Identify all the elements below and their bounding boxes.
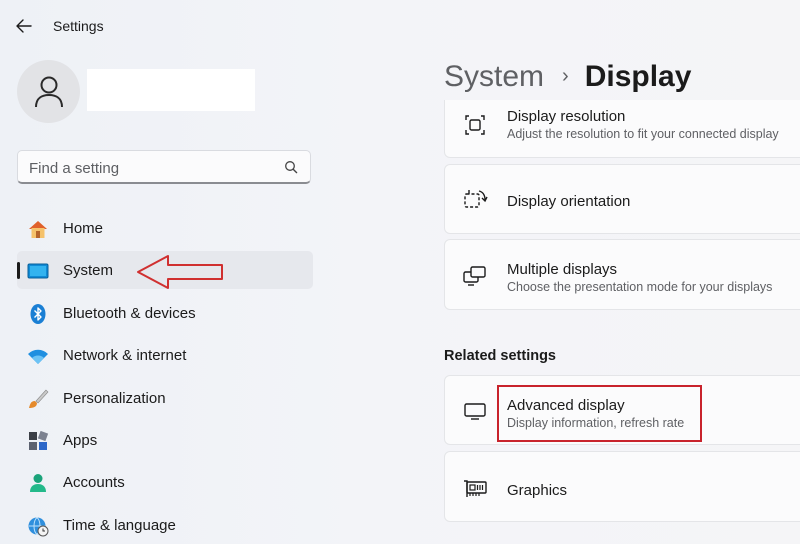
- breadcrumb: System › Display: [444, 60, 691, 94]
- resolution-icon: [465, 115, 485, 135]
- sidebar-item-personalization[interactable]: Personalization: [17, 379, 313, 417]
- card-display-resolution[interactable]: Display resolution Adjust the resolution…: [444, 100, 800, 158]
- sidebar-item-label: System: [63, 262, 114, 279]
- back-arrow-icon[interactable]: [13, 15, 35, 37]
- wifi-icon: [28, 349, 48, 364]
- sidebar-item-label: Accounts: [63, 474, 125, 491]
- user-name-redacted: [87, 69, 255, 111]
- card-title: Display resolution: [507, 108, 626, 125]
- search-icon[interactable]: [284, 160, 298, 174]
- sidebar-item-label: Personalization: [63, 390, 166, 407]
- sidebar-item-apps[interactable]: Apps: [17, 421, 313, 459]
- sidebar-item-label: Apps: [63, 432, 98, 449]
- sidebar-item-label: Network & internet: [63, 347, 187, 364]
- apps-icon: [29, 430, 49, 450]
- sidebar-item-label: Home: [63, 220, 104, 237]
- red-arrow-annotation: [137, 255, 223, 289]
- search-input[interactable]: Find a setting: [17, 150, 311, 184]
- section-heading-related: Related settings: [444, 348, 556, 364]
- card-title: Graphics: [507, 482, 568, 499]
- avatar[interactable]: [17, 60, 80, 123]
- sidebar-item-network[interactable]: Network & internet: [17, 336, 313, 374]
- sidebar-item-home[interactable]: Home: [17, 209, 313, 247]
- card-display-orientation[interactable]: Display orientation: [444, 164, 800, 234]
- accounts-icon: [30, 474, 46, 492]
- selection-indicator: [17, 262, 20, 279]
- graphics-card-icon: [464, 480, 487, 497]
- orientation-icon: [464, 190, 488, 208]
- search-placeholder: Find a setting: [29, 160, 120, 177]
- time-language-icon: [28, 517, 49, 537]
- system-icon: [27, 263, 49, 279]
- red-highlight-box: [497, 385, 702, 442]
- home-icon: [29, 221, 47, 238]
- card-graphics[interactable]: Graphics: [444, 451, 800, 522]
- card-title: Display orientation: [507, 193, 631, 210]
- settings-window: Settings Find a setting Home System Blue…: [0, 0, 800, 544]
- multiple-displays-icon: [463, 266, 486, 286]
- chevron-right-icon: ›: [562, 65, 569, 87]
- brush-icon: [29, 389, 49, 408]
- sidebar-item-label: Bluetooth & devices: [63, 305, 196, 322]
- window-title: Settings: [53, 18, 104, 34]
- sidebar-item-bluetooth[interactable]: Bluetooth & devices: [17, 294, 313, 332]
- breadcrumb-parent[interactable]: System: [444, 60, 544, 93]
- card-subtitle: Adjust the resolution to fit your connec…: [507, 127, 779, 141]
- card-title: Multiple displays: [507, 261, 618, 278]
- sidebar-item-label: Time & language: [63, 517, 176, 534]
- sidebar-item-time-language[interactable]: Time & language: [17, 506, 313, 544]
- sidebar-item-accounts[interactable]: Accounts: [17, 463, 313, 501]
- card-multiple-displays[interactable]: Multiple displays Choose the presentatio…: [444, 239, 800, 310]
- monitor-icon: [464, 403, 486, 420]
- card-subtitle: Choose the presentation mode for your di…: [507, 280, 773, 294]
- bluetooth-icon: [30, 304, 46, 324]
- user-icon: [35, 76, 63, 108]
- page-title: Display: [584, 60, 692, 93]
